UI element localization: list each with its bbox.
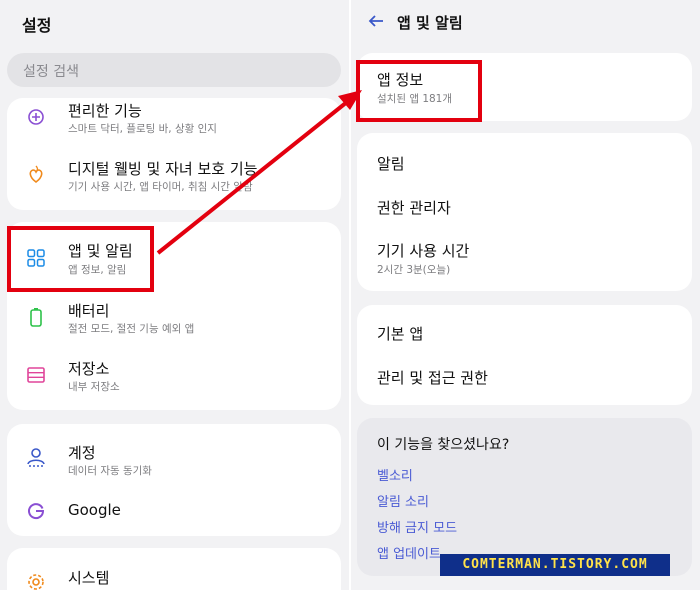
- settings-item-sub: 절전 모드, 절전 기능 예외 앱: [68, 323, 195, 335]
- settings-item-accounts[interactable]: 계정 데이터 자동 동기화: [7, 434, 341, 480]
- battery-icon: [25, 306, 47, 328]
- special-access-item[interactable]: 관리 및 접근 권한: [357, 357, 692, 397]
- settings-item-sub: 내부 저장소: [68, 381, 120, 393]
- item-sub: 2시간 3분(오늘): [377, 264, 451, 276]
- suggestion-link-app-update[interactable]: 앱 업데이트: [377, 543, 441, 562]
- settings-item-sub: 기기 사용 시간, 앱 타이머, 취침 시간 알람: [68, 181, 253, 193]
- settings-item-sub: 데이터 자동 동기화: [68, 465, 152, 477]
- suggestion-card: 이 기능을 찾으셨나요? 벨소리 알림 소리 방해 금지 모드 앱 업데이트: [357, 418, 692, 576]
- storage-icon: [25, 364, 47, 386]
- watermark-banner: COMTERMAN.TISTORY.COM: [440, 554, 670, 576]
- settings-panel: 설정 설정 검색 편리한 기능 스마트 닥터, 플로팅 바, 상황 인지 디지털…: [0, 0, 349, 590]
- settings-item-system[interactable]: 시스템: [7, 558, 341, 590]
- back-arrow-icon[interactable]: [367, 12, 385, 30]
- settings-item-storage[interactable]: 저장소 내부 저장소: [7, 352, 341, 402]
- settings-item-battery[interactable]: 배터리 절전 모드, 절전 기능 예외 앱: [7, 294, 341, 344]
- settings-item-label: 편리한 기능: [68, 102, 142, 120]
- screen-time-item[interactable]: 기기 사용 시간 2시간 3분(오늘): [357, 229, 692, 285]
- settings-card-3: 계정 데이터 자동 동기화 Google: [7, 424, 341, 536]
- permission-manager-item[interactable]: 권한 관리자: [357, 185, 692, 225]
- suggestion-link-notification-sound[interactable]: 알림 소리: [377, 491, 429, 510]
- settings-search-bar[interactable]: 설정 검색: [7, 53, 341, 87]
- search-placeholder: 설정 검색: [23, 64, 79, 80]
- settings-card-1: 편리한 기능 스마트 닥터, 플로팅 바, 상황 인지 디지털 웰빙 및 자녀 …: [7, 98, 341, 210]
- settings-item-label: 디지털 웰빙 및 자녀 보호 기능: [68, 160, 258, 178]
- system-gear-icon: [25, 571, 47, 590]
- suggestion-link-do-not-disturb[interactable]: 방해 금지 모드: [377, 517, 457, 536]
- suggestion-link-ringtone[interactable]: 벨소리: [377, 465, 413, 484]
- settings-item-label: 저장소: [68, 360, 110, 378]
- item-label: 기기 사용 시간: [377, 242, 470, 260]
- settings-item-google[interactable]: Google: [7, 488, 341, 532]
- highlight-box-apps: [7, 226, 154, 292]
- settings-item-convenience[interactable]: 편리한 기능 스마트 닥터, 플로팅 바, 상황 인지: [7, 98, 341, 142]
- defaults-card: 기본 앱 관리 및 접근 권한: [357, 305, 692, 405]
- item-label: 기본 앱: [377, 325, 424, 343]
- item-label: 권한 관리자: [377, 199, 451, 217]
- settings-item-digital-wellbeing[interactable]: 디지털 웰빙 및 자녀 보호 기능 기기 사용 시간, 앱 타이머, 취침 시간…: [7, 150, 341, 200]
- item-label: 알림: [377, 155, 405, 173]
- page-title: 설정: [22, 16, 52, 35]
- suggestion-title: 이 기능을 찾으셨나요?: [377, 437, 510, 453]
- settings-item-label: 시스템: [68, 569, 110, 587]
- notifications-item[interactable]: 알림: [357, 141, 692, 181]
- settings-card-4: 시스템: [7, 548, 341, 590]
- item-label: 관리 및 접근 권한: [377, 369, 488, 387]
- heart-leaf-icon: [25, 164, 47, 186]
- google-icon: [25, 499, 47, 521]
- settings-item-label: 계정: [68, 444, 96, 462]
- notifications-card: 알림 권한 관리자 기기 사용 시간 2시간 3분(오늘): [357, 133, 692, 291]
- highlight-box-app-info: [356, 60, 482, 122]
- settings-item-label: Google: [68, 501, 121, 519]
- apps-notifications-panel: 앱 및 알림 앱 정보 설치된 앱 181개 알림 권한 관리자 기기 사용 시…: [351, 0, 700, 590]
- account-icon: [25, 446, 47, 468]
- settings-item-sub: 스마트 닥터, 플로팅 바, 상황 인지: [68, 123, 217, 135]
- settings-item-label: 배터리: [68, 302, 110, 320]
- page-title: 앱 및 알림: [397, 14, 463, 32]
- default-apps-item[interactable]: 기본 앱: [357, 313, 692, 353]
- sparkle-gear-icon: [25, 106, 47, 128]
